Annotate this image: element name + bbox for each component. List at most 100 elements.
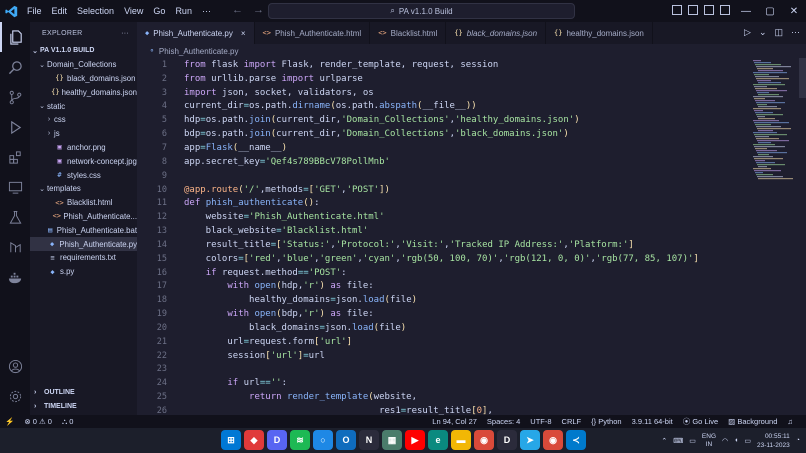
battery-icon[interactable]: ▭ bbox=[744, 437, 751, 445]
display-icon[interactable]: ▭ bbox=[689, 437, 696, 445]
ports-indicator[interactable]: ⛬ 0 bbox=[57, 417, 79, 427]
tree-item[interactable]: <> Blacklist.html bbox=[30, 196, 137, 210]
go-live-button[interactable]: ⦿ Go Live bbox=[678, 416, 723, 427]
tree-item[interactable]: ▤ Phish_Authenticate.bat bbox=[30, 223, 137, 237]
testing-icon[interactable] bbox=[0, 202, 30, 232]
breadcrumb-file[interactable]: Phish_Authenticate.py bbox=[159, 47, 239, 56]
docker-icon[interactable] bbox=[0, 262, 30, 292]
scrollbar-thumb[interactable] bbox=[799, 58, 806, 98]
more-actions-icon[interactable]: ··· bbox=[121, 30, 129, 37]
more-actions-icon[interactable]: ··· bbox=[791, 27, 800, 38]
forward-arrow-icon[interactable]: → bbox=[253, 4, 264, 16]
background-button[interactable]: ▨ Background bbox=[723, 417, 782, 426]
tree-item[interactable]: ◆ s.py bbox=[30, 265, 137, 279]
code-editor[interactable]: 1 from flask import Flask, render_templat… bbox=[137, 58, 749, 415]
explorer-icon[interactable] bbox=[0, 22, 30, 52]
tree-item[interactable]: ⌄ Domain_Collections bbox=[30, 58, 137, 72]
windows-start-icon[interactable]: ⊞ bbox=[221, 430, 241, 450]
notifications-bell-icon[interactable]: ♫ bbox=[782, 417, 798, 426]
language-mode[interactable]: {} Python bbox=[586, 417, 626, 426]
youtube-icon[interactable]: ▶ bbox=[405, 430, 425, 450]
tree-item[interactable]: › css bbox=[30, 113, 137, 127]
customize-layout-icon[interactable] bbox=[720, 5, 730, 15]
spotify-icon[interactable]: ≋ bbox=[290, 430, 310, 450]
language-indicator[interactable]: ENG IN bbox=[702, 433, 716, 449]
minimize-icon[interactable]: — bbox=[734, 0, 758, 22]
editor-tab[interactable]: {} healthy_domains.json bbox=[546, 22, 653, 44]
back-arrow-icon[interactable]: ← bbox=[232, 4, 243, 16]
run-debug-icon[interactable] bbox=[0, 112, 30, 142]
cortana-icon[interactable]: ○ bbox=[313, 430, 333, 450]
run-python-file-icon[interactable]: ▷ bbox=[744, 27, 751, 38]
python-interpreter[interactable]: 3.9.11 64-bit bbox=[627, 417, 678, 426]
editor-scrollbar[interactable] bbox=[799, 58, 806, 415]
account-icon[interactable] bbox=[0, 351, 30, 381]
tree-item[interactable]: # styles.css bbox=[30, 168, 137, 182]
outline-section[interactable]: › OUTLINE bbox=[30, 386, 137, 399]
tree-item[interactable]: ≡ requirements.txt bbox=[30, 251, 137, 265]
indentation[interactable]: Spaces: 4 bbox=[482, 417, 525, 426]
end-of-line[interactable]: CRLF bbox=[557, 417, 587, 426]
tree-item[interactable]: {} black_domains.json bbox=[30, 72, 137, 86]
menu-file[interactable]: File bbox=[22, 6, 47, 16]
live-share-icon[interactable] bbox=[0, 232, 30, 262]
cursor-position[interactable]: Ln 94, Col 27 bbox=[427, 417, 482, 426]
menu-selection[interactable]: Selection bbox=[72, 6, 119, 16]
chevron-down-icon[interactable]: ⌄ bbox=[759, 27, 767, 38]
notification-center-icon[interactable]: ◔ bbox=[796, 437, 800, 444]
vscode-icon[interactable]: ≺ bbox=[566, 430, 586, 450]
editor-tab[interactable]: ◆ Phish_Authenticate.py × bbox=[137, 22, 255, 44]
chevron-up-icon[interactable]: ⌃ bbox=[661, 437, 667, 445]
outlook-icon[interactable]: O bbox=[336, 430, 356, 450]
menu-run[interactable]: Run bbox=[170, 6, 197, 16]
remote-indicator-icon[interactable]: ⚡ bbox=[0, 417, 19, 426]
workspace-root[interactable]: ⌄ PA V1.1.0 BUILD bbox=[30, 44, 137, 58]
split-editor-icon[interactable]: ◫ bbox=[774, 27, 783, 38]
problems-indicator[interactable]: ⊗ 0 ⚠ 0 bbox=[19, 417, 57, 426]
search-icon[interactable] bbox=[0, 52, 30, 82]
tree-item[interactable]: ◆ Phish_Authenticate.py bbox=[30, 237, 137, 251]
tree-item[interactable]: ▣ anchor.png bbox=[30, 141, 137, 155]
tree-item[interactable]: ⌄ templates bbox=[30, 182, 137, 196]
clock[interactable]: 00:55:11 23-11-2023 bbox=[757, 432, 790, 450]
keyboard-icon[interactable]: ⌨ bbox=[673, 437, 683, 445]
menu-go[interactable]: Go bbox=[148, 6, 170, 16]
telegram-icon[interactable]: ➤ bbox=[520, 430, 540, 450]
close-icon[interactable]: ✕ bbox=[782, 0, 806, 22]
tree-item[interactable]: › js bbox=[30, 127, 137, 141]
toggle-panel-icon[interactable] bbox=[688, 5, 698, 15]
editor-tab[interactable]: {} black_domains.json bbox=[446, 22, 547, 44]
editor-tab[interactable]: <> Phish_Authenticate.html bbox=[255, 22, 371, 44]
tree-item[interactable]: <> Phish_Authenticate... bbox=[30, 210, 137, 224]
tree-item[interactable]: ⌄ static bbox=[30, 99, 137, 113]
file-explorer-icon[interactable]: ▬ bbox=[451, 430, 471, 450]
toggle-secondary-sidebar-icon[interactable] bbox=[704, 5, 714, 15]
editor-tab[interactable]: <> Blacklist.html bbox=[370, 22, 447, 44]
app-d-icon[interactable]: D bbox=[497, 430, 517, 450]
menu-more[interactable]: ··· bbox=[197, 6, 216, 16]
settings-gear-icon[interactable] bbox=[0, 381, 30, 411]
tree-item[interactable]: ▣ network-concept.jpg bbox=[30, 154, 137, 168]
remote-explorer-icon[interactable] bbox=[0, 172, 30, 202]
app-nc-icon[interactable]: N bbox=[359, 430, 379, 450]
volume-icon[interactable]: ◖ bbox=[734, 437, 738, 444]
wifi-icon[interactable]: ◠ bbox=[722, 437, 728, 445]
app-red-icon[interactable]: ◆ bbox=[244, 430, 264, 450]
extensions-icon[interactable] bbox=[0, 142, 30, 172]
maximize-icon[interactable]: ▢ bbox=[758, 0, 782, 22]
menu-view[interactable]: View bbox=[119, 6, 148, 16]
tree-item[interactable]: {} healthy_domains.json bbox=[30, 85, 137, 99]
menu-edit[interactable]: Edit bbox=[47, 6, 73, 16]
app-grid-icon[interactable]: ▦ bbox=[382, 430, 402, 450]
discord-icon[interactable]: D bbox=[267, 430, 287, 450]
encoding[interactable]: UTF-8 bbox=[525, 417, 556, 426]
toggle-sidebar-icon[interactable] bbox=[672, 5, 682, 15]
command-center[interactable]: ⌕ PA v1.1.0 Build bbox=[268, 3, 575, 19]
chrome-icon[interactable]: ◉ bbox=[474, 430, 494, 450]
edge-icon[interactable]: e bbox=[428, 430, 448, 450]
minimap[interactable] bbox=[749, 58, 799, 415]
source-control-icon[interactable] bbox=[0, 82, 30, 112]
timeline-section[interactable]: › TIMELINE bbox=[30, 400, 137, 413]
chrome-2-icon[interactable]: ◉ bbox=[543, 430, 563, 450]
close-tab-icon[interactable]: × bbox=[241, 29, 246, 38]
